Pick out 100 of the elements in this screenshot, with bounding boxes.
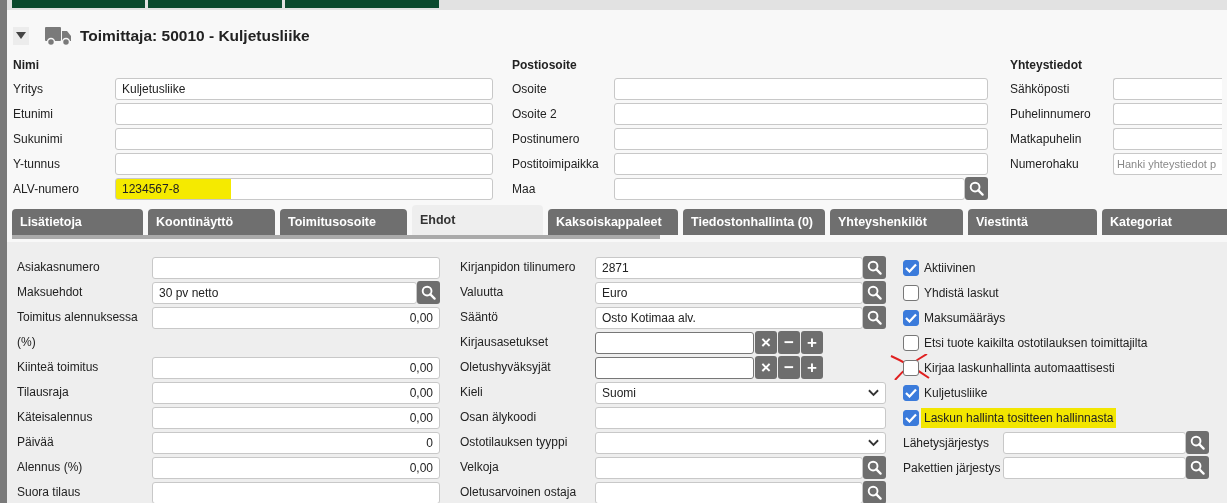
icon-button[interactable]: × — [755, 356, 777, 379]
checkbox[interactable] — [903, 309, 919, 326]
input-field[interactable]: Osto Kotimaa alv. — [595, 306, 863, 329]
input-field[interactable]: 0,00 — [152, 306, 440, 329]
input-field[interactable] — [614, 127, 988, 150]
input-field[interactable]: Euro — [595, 281, 863, 304]
input-field[interactable] — [614, 102, 988, 125]
input-field[interactable] — [595, 406, 886, 429]
field-label: Tilausraja — [17, 384, 70, 401]
input-field[interactable] — [614, 77, 988, 100]
tab[interactable]: Koontinäyttö — [148, 209, 275, 235]
collapse-toggle[interactable] — [13, 26, 29, 45]
input-field[interactable]: 0 — [152, 431, 440, 454]
input-field[interactable]: Kuljetusliike — [115, 77, 493, 100]
section-heading: Postiosoite — [512, 57, 578, 74]
field-label: Käteisalennus — [17, 409, 94, 426]
search-button[interactable] — [863, 281, 886, 304]
input-field[interactable] — [595, 356, 754, 379]
field-label: Maa — [512, 180, 537, 198]
tab[interactable] — [285, 0, 439, 8]
field-label: Oletusarvoinen ostaja — [460, 484, 578, 501]
field-label: Lähetysjärjestys — [903, 434, 991, 452]
field-label: Velkoja — [460, 459, 500, 476]
search-button[interactable] — [1186, 456, 1209, 479]
input-field[interactable] — [1113, 77, 1222, 100]
field-label: Numerohaku — [1010, 155, 1080, 173]
field-label: Sukunimi — [13, 130, 64, 148]
checkbox[interactable] — [903, 409, 919, 426]
input-field[interactable] — [595, 481, 863, 503]
tab[interactable]: Lisätietoja — [12, 209, 143, 235]
input-field[interactable]: 0,00 — [152, 456, 440, 479]
input-field[interactable] — [1003, 456, 1186, 479]
checkbox-label: Laskun hallinta tositteen hallinnasta — [921, 407, 1117, 428]
input-field[interactable]: 2871 — [595, 256, 863, 279]
checkbox-label: Kuljetusliike — [924, 384, 988, 402]
icon-button[interactable]: + — [801, 356, 823, 379]
search-button[interactable] — [863, 306, 886, 329]
tab[interactable]: Tiedostonhallinta (0) — [683, 209, 825, 235]
field-label: ALV-numero — [13, 180, 80, 198]
scrollbar[interactable] — [12, 235, 660, 239]
checkbox[interactable] — [903, 259, 919, 276]
input-field[interactable] — [1003, 431, 1186, 454]
search-button[interactable] — [863, 256, 886, 279]
field-label: Sääntö — [460, 309, 500, 326]
icon-button[interactable]: − — [778, 331, 800, 354]
checkbox[interactable] — [903, 284, 919, 301]
field-label: Valuutta — [460, 284, 505, 301]
checkbox-label: Etsi tuote kaikilta ostotilauksen toimittajilta — [924, 334, 1148, 352]
input-field[interactable]: 1234567-8 — [115, 177, 493, 200]
input-field[interactable] — [115, 127, 493, 150]
checkbox[interactable] — [903, 384, 919, 401]
field-label: Kieli — [460, 384, 484, 401]
search-button[interactable] — [863, 481, 886, 503]
tab[interactable]: Viestintä — [968, 209, 1097, 235]
input-field[interactable]: 0,00 — [152, 406, 440, 429]
tab[interactable]: Toimitusosoite — [280, 209, 407, 235]
input-field[interactable] — [1113, 102, 1222, 125]
field-label: Pakettien järjestys — [903, 459, 1002, 477]
checkbox[interactable] — [903, 334, 919, 351]
search-button[interactable] — [965, 177, 988, 200]
search-button[interactable] — [1186, 431, 1209, 454]
field-label: Asiakasnumero — [17, 259, 101, 276]
field-label: Kirjausasetukset — [460, 334, 550, 351]
field-label: Postinumero — [512, 130, 581, 148]
icon-button[interactable]: × — [755, 331, 777, 354]
field-label: Toimitus alennuksessa (%) — [17, 309, 139, 351]
checkbox[interactable] — [903, 359, 919, 376]
tab[interactable] — [148, 0, 282, 8]
icon-button[interactable]: − — [778, 356, 800, 379]
input-field[interactable] — [115, 152, 493, 175]
input-field[interactable] — [595, 331, 754, 354]
field-label: Oletushyväksyjät — [460, 359, 552, 376]
truck-icon — [45, 24, 72, 47]
icon-button[interactable]: + — [801, 331, 823, 354]
input-field[interactable] — [614, 152, 988, 175]
tab[interactable]: Ehdot — [412, 205, 543, 235]
input-field[interactable] — [1113, 127, 1222, 150]
field-label: Kiinteä toimitus — [17, 359, 100, 376]
caret-icon — [16, 31, 26, 40]
dropdown[interactable]: Suomi — [595, 381, 886, 404]
tab[interactable] — [12, 0, 145, 8]
input-field[interactable] — [152, 256, 440, 279]
tab[interactable]: Yhteyshenkilöt — [830, 209, 963, 235]
field-label: Matkapuhelin — [1010, 130, 1083, 148]
field-label: Ostotilauksen tyyppi — [460, 434, 569, 451]
input-field[interactable]: Hanki yhteystiedot p — [1113, 152, 1222, 175]
field-label: Postitoimipaikka — [512, 155, 600, 173]
field-label: Kirjanpidon tilinumero — [460, 259, 577, 276]
input-field[interactable]: 0,00 — [152, 356, 440, 379]
input-field[interactable] — [115, 102, 493, 125]
input-field[interactable]: 30 pv netto — [152, 281, 417, 304]
input-field[interactable]: 0,00 — [152, 381, 440, 404]
tab[interactable]: Kaksoiskappaleet — [548, 209, 678, 235]
search-button[interactable] — [417, 281, 440, 304]
input-field[interactable] — [595, 456, 863, 479]
search-button[interactable] — [863, 456, 886, 479]
field-label: Alennus (%) — [17, 459, 84, 476]
input-field[interactable] — [614, 177, 965, 200]
input-field[interactable] — [152, 481, 440, 503]
tab[interactable]: Kategoriat — [1102, 209, 1227, 235]
